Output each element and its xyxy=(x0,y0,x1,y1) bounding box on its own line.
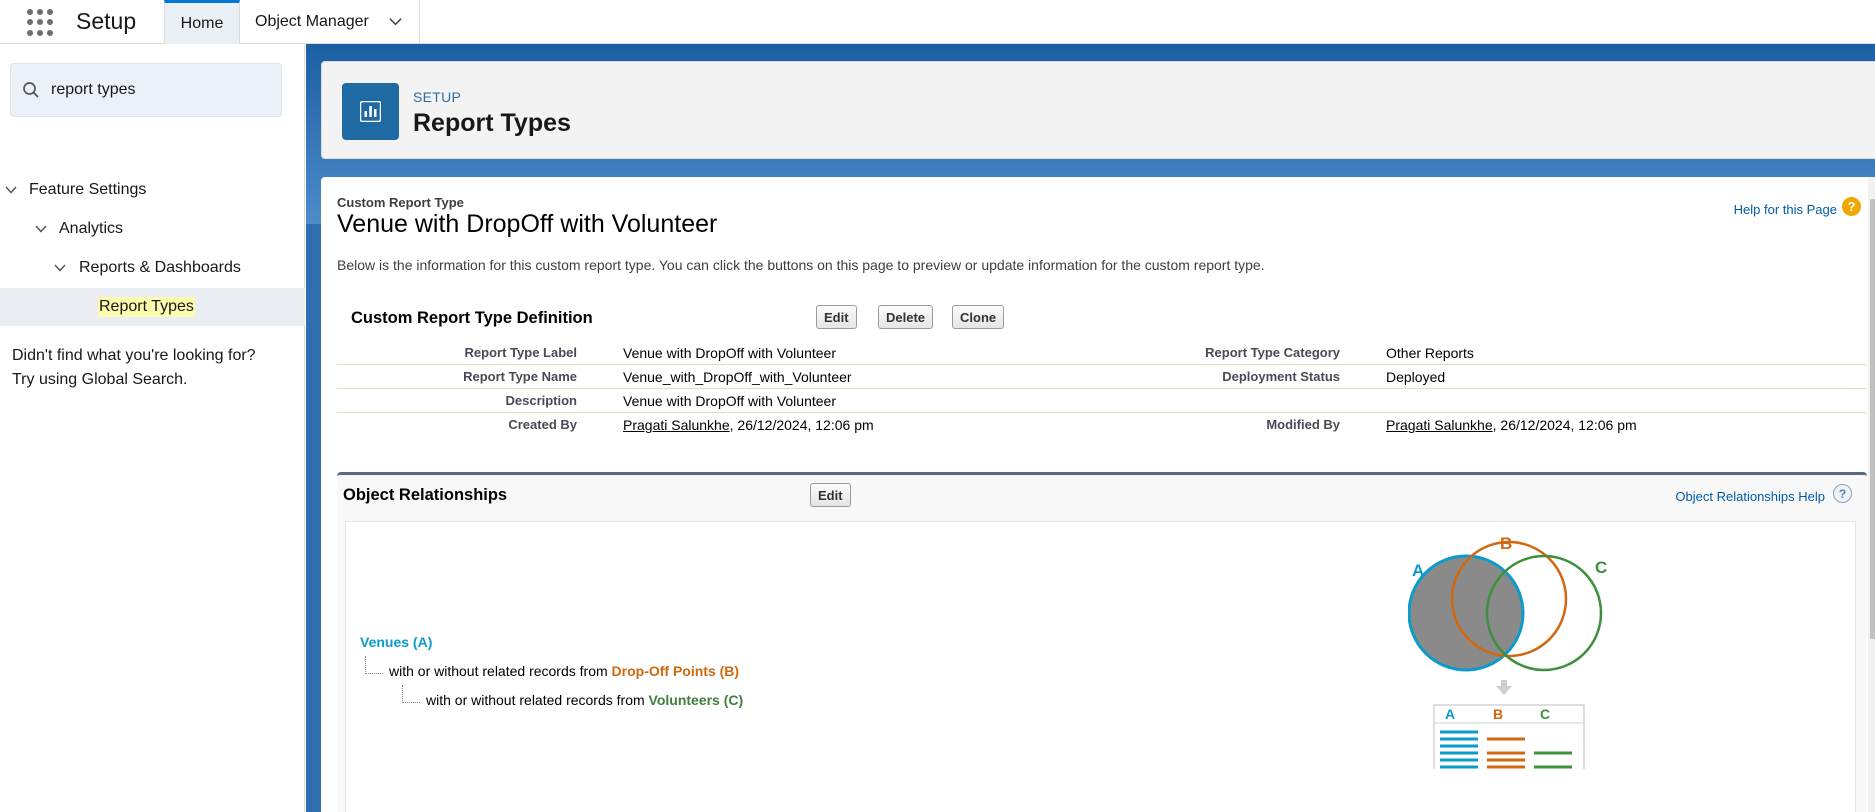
field-value: Pragati Salunkhe, 26/12/2024, 12:06 pm xyxy=(1386,417,1637,433)
scrollbar-thumb[interactable] xyxy=(1870,199,1875,639)
object-a-label: Venues (A) xyxy=(360,634,433,650)
quick-find-input[interactable] xyxy=(51,77,271,103)
global-search-hint: Didn't find what you're looking for? Try… xyxy=(12,344,302,392)
detail-panel: Custom Report Type Venue with DropOff wi… xyxy=(321,177,1875,812)
clone-button[interactable]: Clone xyxy=(952,305,1005,329)
modified-by-user-link[interactable]: Pragati Salunkhe xyxy=(1386,417,1493,433)
chevron-down-icon[interactable] xyxy=(388,14,403,29)
sidebar-item-analytics[interactable]: Analytics xyxy=(0,210,305,248)
relationship-diagram: Venues (A) with or without related recor… xyxy=(345,521,1856,812)
definition-section-header: Custom Report Type Definition Edit Delet… xyxy=(337,295,1867,339)
quick-find-box xyxy=(10,63,282,117)
arrow-down-icon xyxy=(1496,680,1512,695)
field-label: Report Type Name xyxy=(463,369,577,384)
delete-button[interactable]: Delete xyxy=(878,305,934,329)
app-name: Setup xyxy=(76,8,137,34)
page-title: Report Types xyxy=(413,109,571,137)
chevron-down-icon[interactable] xyxy=(53,261,67,275)
sidebar-item-label: Analytics xyxy=(59,220,124,237)
sidebar-item-report-types[interactable]: Report Types xyxy=(0,288,305,326)
tree-connector xyxy=(365,656,383,674)
tab-object-manager-label: Object Manager xyxy=(255,13,369,30)
detail-row: Description Venue with DropOff with Volu… xyxy=(337,389,1867,413)
sidebar-item-label: Feature Settings xyxy=(29,181,147,198)
hint-line-2: Try using Global Search. xyxy=(12,371,188,388)
main-content: SETUP Report Types Custom Report Type Ve… xyxy=(306,44,1875,812)
venn-circle-a xyxy=(1408,554,1525,672)
global-header: Setup Home Object Manager xyxy=(0,0,1875,44)
sidebar-item-label: Reports & Dashboards xyxy=(79,259,241,276)
relationship-text: with or without related records from xyxy=(426,692,649,708)
help-icon[interactable]: ? xyxy=(1833,484,1852,503)
relationship-line-b: with or without related records from Dro… xyxy=(389,663,739,679)
help-for-page-link[interactable]: Help for this Page xyxy=(1734,202,1837,217)
intro-text: Below is the information for this custom… xyxy=(337,257,1265,273)
scrollbar[interactable] xyxy=(1868,177,1875,812)
created-by-user-link[interactable]: Pragati Salunkhe xyxy=(623,417,730,433)
record-type-label: Custom Report Type xyxy=(337,195,464,210)
tree-connector xyxy=(402,685,420,703)
section-title: Object Relationships xyxy=(343,486,508,504)
relationship-line-c: with or without related records from Vol… xyxy=(426,692,743,708)
record-title: Venue with DropOff with Volunteer xyxy=(337,210,718,238)
hint-line-1: Didn't find what you're looking for? xyxy=(12,347,256,364)
sidebar-item-label: Report Types xyxy=(98,297,195,317)
sidebar-item-reports-dashboards[interactable]: Reports & Dashboards xyxy=(0,249,305,287)
relationship-text: with or without related records from xyxy=(389,663,612,679)
field-label: Report Type Category xyxy=(1205,345,1340,360)
field-value: Venue with DropOff with Volunteer xyxy=(623,393,836,409)
object-relationships-help-link[interactable]: Object Relationships Help xyxy=(1675,489,1825,504)
section-title: Custom Report Type Definition xyxy=(351,309,593,327)
venn-diagram: A B C A B C xyxy=(1408,534,1607,769)
field-value: Venue with DropOff with Volunteer xyxy=(623,345,836,361)
edit-relationships-button[interactable]: Edit xyxy=(810,483,851,507)
field-value: Pragati Salunkhe, 26/12/2024, 12:06 pm xyxy=(623,417,874,433)
field-value: Other Reports xyxy=(1386,345,1474,361)
field-value: Deployed xyxy=(1386,369,1446,385)
object-c-label: Volunteers (C) xyxy=(648,692,744,708)
field-label: Description xyxy=(505,393,577,408)
help-icon[interactable]: ? xyxy=(1842,197,1861,216)
venn-label-c: C xyxy=(1595,558,1607,577)
modified-date: , 26/12/2024, 12:06 pm xyxy=(1492,417,1637,433)
object-relationships-section: Object Relationships Edit Object Relatio… xyxy=(337,472,1867,812)
table-col-c: C xyxy=(1540,706,1550,722)
created-date: , 26/12/2024, 12:06 pm xyxy=(729,417,874,433)
app-launcher-icon[interactable] xyxy=(27,8,55,36)
tab-object-manager[interactable]: Object Manager xyxy=(240,0,420,44)
detail-row: Report Type Name Venue_with_DropOff_with… xyxy=(337,365,1867,389)
field-label: Modified By xyxy=(1266,417,1340,432)
table-col-b: B xyxy=(1493,706,1503,722)
field-label: Deployment Status xyxy=(1222,369,1340,384)
setup-sidebar: Feature Settings Analytics Reports & Das… xyxy=(0,44,305,812)
field-value: Venue_with_DropOff_with_Volunteer xyxy=(623,369,852,385)
search-icon xyxy=(23,82,39,98)
detail-row: Report Type Label Venue with DropOff wit… xyxy=(337,341,1867,365)
field-label: Created By xyxy=(508,417,577,432)
object-b-label: Drop-Off Points (B) xyxy=(611,663,740,679)
tab-home[interactable]: Home xyxy=(164,0,240,44)
edit-button[interactable]: Edit xyxy=(816,305,857,329)
detail-row: Created By Pragati Salunkhe, 26/12/2024,… xyxy=(337,413,1867,437)
chevron-down-icon[interactable] xyxy=(4,183,18,197)
sidebar-item-feature-settings[interactable]: Feature Settings xyxy=(0,171,305,209)
report-chart-icon xyxy=(342,83,399,140)
page-header: SETUP Report Types xyxy=(321,61,1875,159)
breadcrumb: SETUP xyxy=(413,89,462,105)
table-col-a: A xyxy=(1445,706,1455,722)
field-label: Report Type Label xyxy=(464,345,577,360)
chevron-down-icon[interactable] xyxy=(34,222,48,236)
